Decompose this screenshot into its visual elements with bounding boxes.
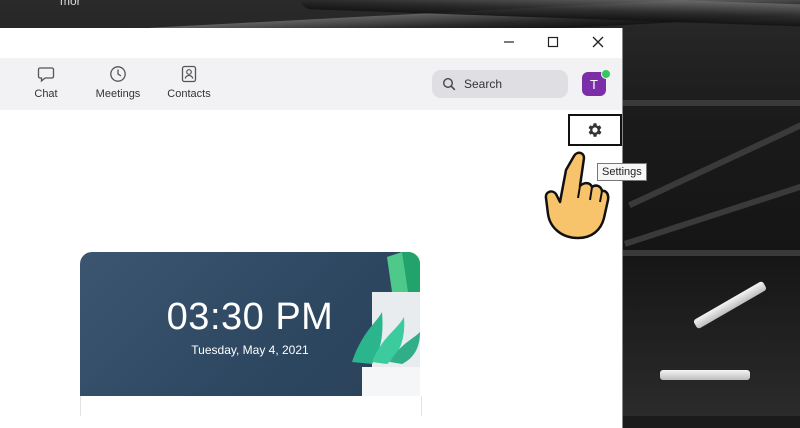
- nav-contacts[interactable]: Contacts: [157, 64, 221, 100]
- nav-chat[interactable]: Chat: [14, 64, 78, 100]
- nav-meetings-label: Meetings: [95, 88, 141, 100]
- clock-card: 03:30 PM Tuesday, May 4, 2021: [80, 252, 420, 416]
- status-indicator: [601, 69, 611, 79]
- chat-icon: [14, 64, 78, 84]
- minimize-button[interactable]: [489, 28, 529, 56]
- maximize-button[interactable]: [533, 28, 573, 56]
- nav-meetings[interactable]: Meetings: [86, 64, 150, 100]
- card-footer: [80, 396, 422, 416]
- pointing-hand-icon: [544, 151, 610, 240]
- clock-icon: [86, 64, 150, 84]
- gear-icon: [588, 123, 602, 137]
- nav-chat-label: Chat: [34, 88, 58, 100]
- app-window: Chat Meetings Contacts Search T 03:30 PM…: [0, 28, 623, 428]
- search-input[interactable]: Search: [432, 70, 568, 98]
- search-placeholder: Search: [464, 77, 503, 91]
- maximize-icon: [547, 36, 559, 48]
- current-date: Tuesday, May 4, 2021: [191, 343, 309, 357]
- contacts-icon: [157, 64, 221, 84]
- close-icon: [592, 36, 604, 48]
- background-text: mor: [60, 0, 81, 8]
- nav-contacts-label: Contacts: [167, 88, 211, 100]
- minimize-icon: [504, 41, 514, 43]
- title-bar: [0, 28, 622, 58]
- current-time: 03:30 PM: [166, 296, 334, 338]
- search-icon: [442, 77, 456, 91]
- top-toolbar: Chat Meetings Contacts Search T: [0, 58, 622, 110]
- settings-button[interactable]: [568, 114, 622, 146]
- close-button[interactable]: [578, 28, 618, 56]
